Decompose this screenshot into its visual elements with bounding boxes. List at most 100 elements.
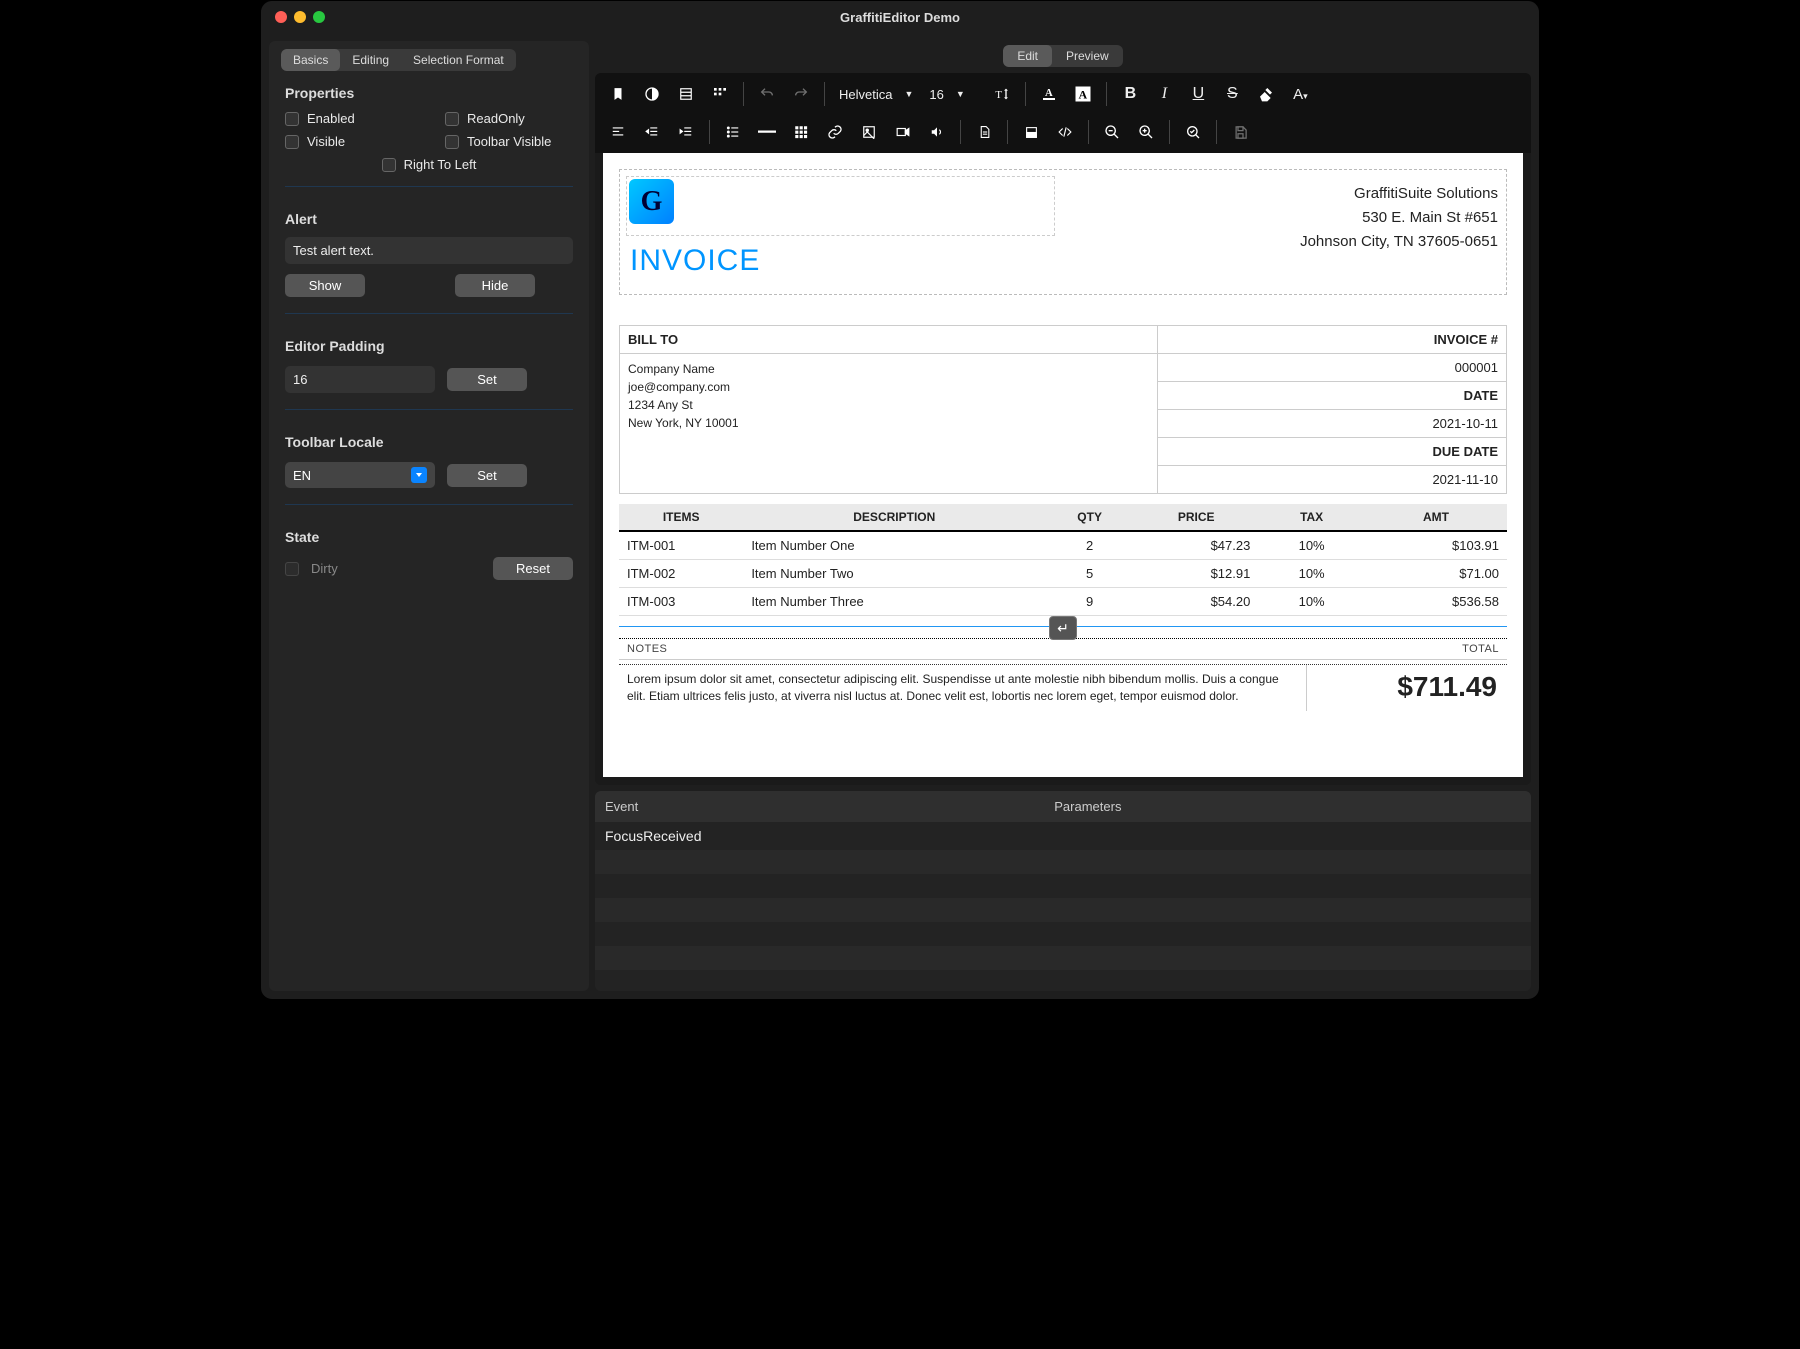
hide-button[interactable]: Hide xyxy=(455,274,535,297)
col-price: PRICE xyxy=(1134,504,1258,531)
events-panel: Event Parameters FocusReceived xyxy=(595,791,1531,991)
item-qty: 2 xyxy=(1045,531,1134,560)
event-name: FocusReceived xyxy=(595,822,1044,850)
dirty-label: Dirty xyxy=(311,561,338,576)
video-icon[interactable] xyxy=(888,117,918,147)
close-icon[interactable] xyxy=(275,11,287,23)
locale-select[interactable]: EN xyxy=(285,462,435,488)
font-family-select[interactable]: Helvetica▼ xyxy=(833,83,919,106)
font-style-icon[interactable]: A▾ xyxy=(1285,79,1315,109)
indent-icon[interactable] xyxy=(671,117,701,147)
event-row[interactable]: FocusReceived xyxy=(595,822,1531,850)
item-amt: $71.00 xyxy=(1365,560,1507,588)
event-row-empty xyxy=(595,922,1531,946)
zoom-icon[interactable] xyxy=(313,11,325,23)
tab-selection-format[interactable]: Selection Format xyxy=(401,49,516,71)
readonly-checkbox[interactable] xyxy=(445,112,459,126)
item-tax: 10% xyxy=(1258,531,1365,560)
text-height-icon[interactable]: T xyxy=(987,79,1017,109)
fullscreen-icon[interactable] xyxy=(1016,117,1046,147)
undo-icon[interactable] xyxy=(752,79,782,109)
audio-icon[interactable] xyxy=(922,117,952,147)
padding-set-button[interactable]: Set xyxy=(447,368,527,391)
svg-text:A: A xyxy=(1079,88,1088,102)
item-tax: 10% xyxy=(1258,560,1365,588)
titlebar: GraffitiEditor Demo xyxy=(261,1,1539,33)
highlight-color-icon[interactable]: A xyxy=(1068,79,1098,109)
toolbar-visible-checkbox[interactable] xyxy=(445,135,459,149)
redo-icon[interactable] xyxy=(786,79,816,109)
rtl-label: Right To Left xyxy=(404,157,477,172)
align-left-icon[interactable] xyxy=(603,117,633,147)
print-icon[interactable] xyxy=(1178,117,1208,147)
underline-icon[interactable]: U xyxy=(1183,79,1213,109)
link-icon[interactable] xyxy=(820,117,850,147)
editor-toolbar: Helvetica▼ 16▼ T A A B I U S A▾ xyxy=(595,73,1531,153)
save-icon[interactable] xyxy=(1225,117,1255,147)
bill-street: 1234 Any St xyxy=(628,396,1149,414)
padding-input[interactable] xyxy=(285,366,435,393)
editor-container: Helvetica▼ 16▼ T A A B I U S A▾ xyxy=(595,73,1531,785)
table-row[interactable]: ITM-001Item Number One2$47.2310%$103.91 xyxy=(619,531,1507,560)
strikethrough-icon[interactable]: S xyxy=(1217,79,1247,109)
outdent-icon[interactable] xyxy=(637,117,667,147)
tab-editing[interactable]: Editing xyxy=(340,49,401,71)
document[interactable]: G INVOICE GraffitiSuite Solutions 530 E.… xyxy=(603,153,1523,777)
editor-viewport[interactable]: G INVOICE GraffitiSuite Solutions 530 E.… xyxy=(595,153,1531,785)
item-price: $54.20 xyxy=(1134,588,1258,616)
table-row[interactable]: ITM-003Item Number Three9$54.2010%$536.5… xyxy=(619,588,1507,616)
image-icon[interactable] xyxy=(854,117,884,147)
tab-basics[interactable]: Basics xyxy=(281,49,340,71)
rtl-checkbox[interactable] xyxy=(382,158,396,172)
events-col-event: Event xyxy=(595,791,1044,822)
svg-text:A: A xyxy=(1045,88,1053,99)
layout-icon[interactable] xyxy=(671,79,701,109)
due-date-label: DUE DATE xyxy=(1158,438,1507,466)
events-body: FocusReceived xyxy=(595,822,1531,991)
locale-set-button[interactable]: Set xyxy=(447,464,527,487)
list-icon[interactable] xyxy=(718,117,748,147)
table-icon[interactable] xyxy=(786,117,816,147)
chevron-down-icon: ▼ xyxy=(904,89,913,99)
contrast-icon[interactable] xyxy=(637,79,667,109)
traffic-lights xyxy=(275,11,325,23)
text-color-icon[interactable]: A xyxy=(1034,79,1064,109)
alert-text-input[interactable] xyxy=(285,237,573,264)
tab-preview[interactable]: Preview xyxy=(1052,45,1123,67)
event-row-empty xyxy=(595,898,1531,922)
clear-format-icon[interactable] xyxy=(1251,79,1281,109)
page-icon[interactable] xyxy=(969,117,999,147)
col-desc: DESCRIPTION xyxy=(743,504,1045,531)
events-header: Event Parameters xyxy=(595,791,1531,822)
event-params xyxy=(1044,822,1064,850)
alert-heading: Alert xyxy=(269,197,589,233)
zoom-out-icon[interactable] xyxy=(1097,117,1127,147)
item-amt: $536.58 xyxy=(1365,588,1507,616)
italic-icon[interactable]: I xyxy=(1149,79,1179,109)
col-qty: QTY xyxy=(1045,504,1134,531)
tab-edit[interactable]: Edit xyxy=(1003,45,1052,67)
zoom-in-icon[interactable] xyxy=(1131,117,1161,147)
item-price: $47.23 xyxy=(1134,531,1258,560)
table-row[interactable]: ITM-002Item Number Two5$12.9110%$71.00 xyxy=(619,560,1507,588)
readonly-label: ReadOnly xyxy=(467,111,525,126)
visible-checkbox[interactable] xyxy=(285,135,299,149)
hr-icon[interactable] xyxy=(752,117,782,147)
item-desc: Item Number Two xyxy=(743,560,1045,588)
specialchar-icon[interactable] xyxy=(705,79,735,109)
minimize-icon[interactable] xyxy=(294,11,306,23)
bookmark-icon[interactable] xyxy=(603,79,633,109)
total-label: TOTAL xyxy=(1307,639,1507,660)
show-button[interactable]: Show xyxy=(285,274,365,297)
enabled-checkbox[interactable] xyxy=(285,112,299,126)
app-window: GraffitiEditor Demo Basics Editing Selec… xyxy=(260,0,1540,1000)
reset-button[interactable]: Reset xyxy=(493,557,573,580)
item-sku: ITM-002 xyxy=(619,560,743,588)
item-amt: $103.91 xyxy=(1365,531,1507,560)
font-size-select[interactable]: 16▼ xyxy=(923,83,983,106)
invoice-no-label: INVOICE # xyxy=(1158,326,1507,354)
insert-row-icon[interactable]: ↵ xyxy=(1049,616,1077,640)
date-label: DATE xyxy=(1158,382,1507,410)
bold-icon[interactable]: B xyxy=(1115,79,1145,109)
code-icon[interactable] xyxy=(1050,117,1080,147)
